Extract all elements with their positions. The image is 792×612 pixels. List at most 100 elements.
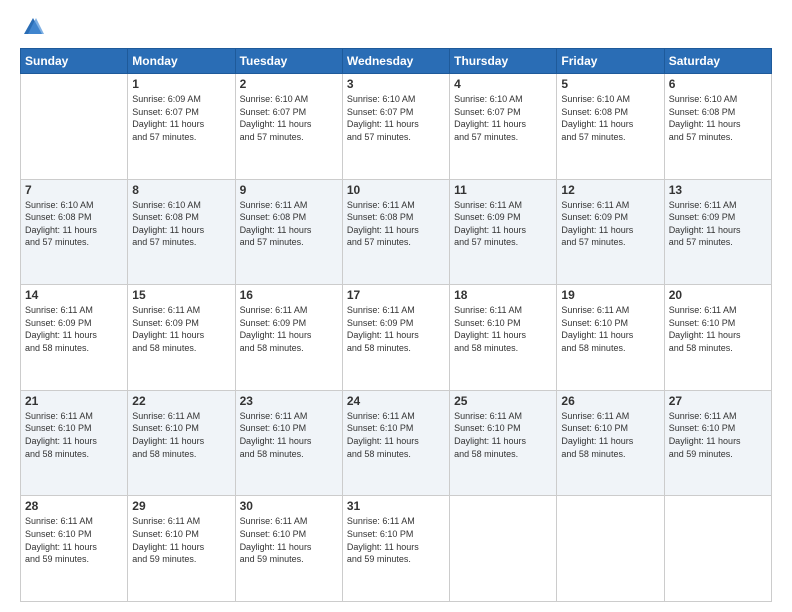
day-number: 27 (669, 394, 767, 408)
calendar-cell: 16 Sunrise: 6:11 AM Sunset: 6:09 PM Dayli… (235, 285, 342, 391)
day-number: 29 (132, 499, 230, 513)
day-number: 11 (454, 183, 552, 197)
calendar-cell (664, 496, 771, 602)
calendar-cell (450, 496, 557, 602)
day-number: 30 (240, 499, 338, 513)
day-info: Sunrise: 6:11 AM Sunset: 6:10 PM Dayligh… (347, 515, 445, 565)
calendar-cell: 7 Sunrise: 6:10 AM Sunset: 6:08 PM Daylig… (21, 179, 128, 285)
page: SundayMondayTuesdayWednesdayThursdayFrid… (0, 0, 792, 612)
calendar-cell: 4Sunrise: 6:10 AM Sunset: 6:07 PM Daylig… (450, 74, 557, 180)
calendar-header-tuesday: Tuesday (235, 49, 342, 74)
calendar-cell (21, 74, 128, 180)
calendar-cell: 10 Sunrise: 6:11 AM Sunset: 6:08 PM Dayli… (342, 179, 449, 285)
day-info: Sunrise: 6:11 AM Sunset: 6:10 PM Dayligh… (240, 410, 338, 460)
day-number: 8 (132, 183, 230, 197)
day-info: Sunrise: 6:11 AM Sunset: 6:10 PM Dayligh… (25, 410, 123, 460)
day-info: Sunrise: 6:11 AM Sunset: 6:10 PM Dayligh… (132, 515, 230, 565)
day-info: Sunrise: 6:11 AM Sunset: 6:10 PM Dayligh… (132, 410, 230, 460)
calendar-cell: 1 Sunrise: 6:09 AM Sunset: 6:07 PM Daylig… (128, 74, 235, 180)
day-number: 14 (25, 288, 123, 302)
day-info: Sunrise: 6:09 AM Sunset: 6:07 PM Dayligh… (132, 93, 230, 143)
day-number: 6 (669, 77, 767, 91)
calendar-header-wednesday: Wednesday (342, 49, 449, 74)
day-number: 26 (561, 394, 659, 408)
calendar-cell: 22 Sunrise: 6:11 AM Sunset: 6:10 PM Dayli… (128, 390, 235, 496)
day-info: Sunrise: 6:11 AM Sunset: 6:10 PM Dayligh… (240, 515, 338, 565)
day-number: 25 (454, 394, 552, 408)
calendar-header-sunday: Sunday (21, 49, 128, 74)
day-number: 23 (240, 394, 338, 408)
calendar-cell: 17Sunrise: 6:11 AM Sunset: 6:09 PM Dayli… (342, 285, 449, 391)
day-info: Sunrise: 6:10 AM Sunset: 6:07 PM Dayligh… (240, 93, 338, 143)
day-number: 7 (25, 183, 123, 197)
calendar-cell: 28Sunrise: 6:11 AM Sunset: 6:10 PM Dayli… (21, 496, 128, 602)
calendar-cell: 26 Sunrise: 6:11 AM Sunset: 6:10 PM Dayli… (557, 390, 664, 496)
day-info: Sunrise: 6:11 AM Sunset: 6:10 PM Dayligh… (454, 410, 552, 460)
day-number: 21 (25, 394, 123, 408)
day-number: 16 (240, 288, 338, 302)
calendar-week-5: 28 Sunrise: 6:11 AM Sunset: 6:10 PM Dayli… (21, 496, 772, 602)
day-info: Sunrise: 6:10 AM Sunset: 6:08 PM Dayligh… (561, 93, 659, 143)
day-info: Sunrise: 6:11 AM Sunset: 6:10 PM Dayligh… (347, 410, 445, 460)
day-number: 1 (132, 77, 230, 91)
calendar-week-1: 1 Sunrise: 6:09 AM Sunset: 6:07 PM Daylig… (21, 74, 772, 180)
day-info: Sunrise: 6:11 AM Sunset: 6:09 PM Dayligh… (669, 199, 767, 249)
calendar-cell: 13Sunrise: 6:11 AM Sunset: 6:09 PM Dayli… (664, 179, 771, 285)
day-info: Sunrise: 6:10 AM Sunset: 6:08 PM Dayligh… (25, 199, 123, 249)
day-info: Sunrise: 6:10 AM Sunset: 6:08 PM Dayligh… (132, 199, 230, 249)
calendar-header-thursday: Thursday (450, 49, 557, 74)
day-number: 3 (347, 77, 445, 91)
day-info: Sunrise: 6:11 AM Sunset: 6:09 PM Dayligh… (132, 304, 230, 354)
day-info: Sunrise: 6:11 AM Sunset: 6:10 PM Dayligh… (669, 410, 767, 460)
calendar-cell: 24 Sunrise: 6:11 AM Sunset: 6:10 PM Dayli… (342, 390, 449, 496)
header (20, 16, 772, 38)
day-info: Sunrise: 6:10 AM Sunset: 6:07 PM Dayligh… (454, 93, 552, 143)
logo-icon (22, 16, 44, 38)
calendar-header-friday: Friday (557, 49, 664, 74)
calendar-cell: 21 Sunrise: 6:11 AM Sunset: 6:10 PM Dayli… (21, 390, 128, 496)
day-info: Sunrise: 6:11 AM Sunset: 6:09 PM Dayligh… (561, 199, 659, 249)
calendar-cell: 31 Sunrise: 6:11 AM Sunset: 6:10 PM Dayli… (342, 496, 449, 602)
day-info: Sunrise: 6:11 AM Sunset: 6:10 PM Dayligh… (561, 410, 659, 460)
day-number: 22 (132, 394, 230, 408)
calendar-cell: 27 Sunrise: 6:11 AM Sunset: 6:10 PM Dayli… (664, 390, 771, 496)
calendar-cell: 19 Sunrise: 6:11 AM Sunset: 6:10 PM Dayli… (557, 285, 664, 391)
calendar-cell (557, 496, 664, 602)
calendar-header-monday: Monday (128, 49, 235, 74)
calendar-cell: 12Sunrise: 6:11 AM Sunset: 6:09 PM Dayli… (557, 179, 664, 285)
day-number: 10 (347, 183, 445, 197)
day-info: Sunrise: 6:11 AM Sunset: 6:10 PM Dayligh… (669, 304, 767, 354)
calendar-cell: 11 Sunrise: 6:11 AM Sunset: 6:09 PM Dayli… (450, 179, 557, 285)
calendar-cell: 6Sunrise: 6:10 AM Sunset: 6:08 PM Daylig… (664, 74, 771, 180)
calendar-table: SundayMondayTuesdayWednesdayThursdayFrid… (20, 48, 772, 602)
day-number: 24 (347, 394, 445, 408)
calendar-cell: 5Sunrise: 6:10 AM Sunset: 6:08 PM Daylig… (557, 74, 664, 180)
day-number: 15 (132, 288, 230, 302)
calendar-cell: 25 Sunrise: 6:11 AM Sunset: 6:10 PM Dayli… (450, 390, 557, 496)
day-number: 28 (25, 499, 123, 513)
day-number: 17 (347, 288, 445, 302)
day-info: Sunrise: 6:11 AM Sunset: 6:08 PM Dayligh… (347, 199, 445, 249)
day-number: 19 (561, 288, 659, 302)
day-number: 18 (454, 288, 552, 302)
day-info: Sunrise: 6:11 AM Sunset: 6:08 PM Dayligh… (240, 199, 338, 249)
logo (20, 16, 44, 38)
calendar-cell: 15 Sunrise: 6:11 AM Sunset: 6:09 PM Dayli… (128, 285, 235, 391)
calendar-cell: 29 Sunrise: 6:11 AM Sunset: 6:10 PM Dayli… (128, 496, 235, 602)
day-info: Sunrise: 6:11 AM Sunset: 6:10 PM Dayligh… (561, 304, 659, 354)
day-number: 2 (240, 77, 338, 91)
calendar-cell: 8 Sunrise: 6:10 AM Sunset: 6:08 PM Daylig… (128, 179, 235, 285)
calendar-header-saturday: Saturday (664, 49, 771, 74)
day-info: Sunrise: 6:11 AM Sunset: 6:09 PM Dayligh… (454, 199, 552, 249)
calendar-cell: 18Sunrise: 6:11 AM Sunset: 6:10 PM Dayli… (450, 285, 557, 391)
calendar-header-row: SundayMondayTuesdayWednesdayThursdayFrid… (21, 49, 772, 74)
calendar-week-4: 21 Sunrise: 6:11 AM Sunset: 6:10 PM Dayli… (21, 390, 772, 496)
calendar-week-2: 7 Sunrise: 6:10 AM Sunset: 6:08 PM Daylig… (21, 179, 772, 285)
day-number: 31 (347, 499, 445, 513)
calendar-cell: 30 Sunrise: 6:11 AM Sunset: 6:10 PM Dayli… (235, 496, 342, 602)
day-info: Sunrise: 6:11 AM Sunset: 6:09 PM Dayligh… (240, 304, 338, 354)
day-number: 9 (240, 183, 338, 197)
calendar-cell: 2 Sunrise: 6:10 AM Sunset: 6:07 PM Daylig… (235, 74, 342, 180)
day-number: 20 (669, 288, 767, 302)
calendar-cell: 20 Sunrise: 6:11 AM Sunset: 6:10 PM Dayli… (664, 285, 771, 391)
